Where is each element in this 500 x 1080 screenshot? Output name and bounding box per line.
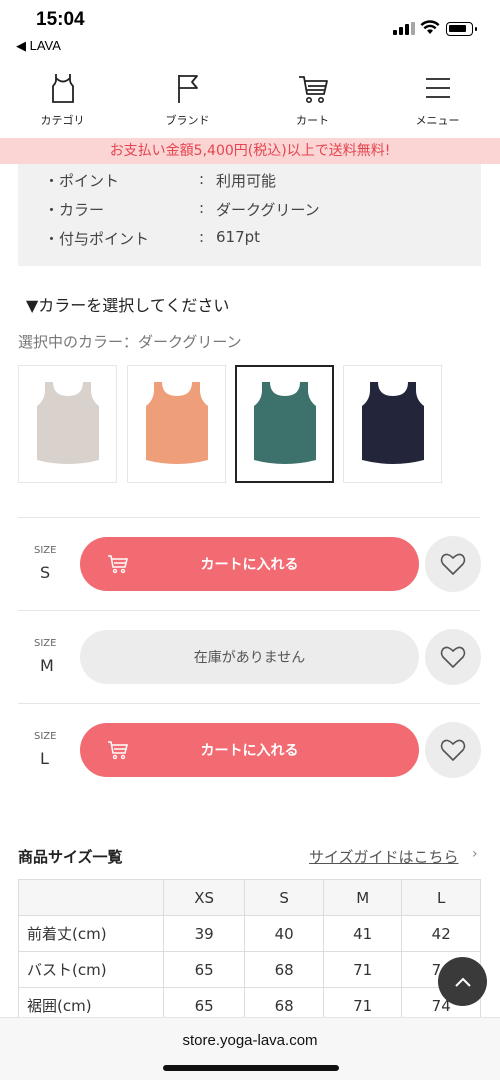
table-cell: 42 <box>401 915 481 952</box>
heart-icon <box>440 553 466 575</box>
color-swatch-light-gray[interactable] <box>18 365 117 483</box>
selected-color-text: 選択中のカラー：ダークグリーン <box>18 333 242 351</box>
product-info-box: ・ポイント : 利用可能 ・カラー : ダークグリーン ・付与ポイント : 61… <box>18 164 481 266</box>
nav-menu[interactable]: メニュー <box>375 64 500 134</box>
battery-icon <box>446 22 477 36</box>
size-caption: SIZE <box>34 545 57 556</box>
table-header-cell: XS <box>162 879 246 916</box>
add-to-cart-label: カートに入れる <box>200 557 299 573</box>
table-cell: 39 <box>162 915 246 952</box>
out-of-stock-button-m: 在庫がありません <box>80 630 419 684</box>
info-value: 利用可能 <box>216 172 277 190</box>
favorite-button-l[interactable] <box>425 722 481 778</box>
nav-brand-label: ブランド <box>165 114 210 127</box>
info-key: ・カラー <box>44 201 105 219</box>
status-time: 15:04 <box>36 9 85 30</box>
table-cell: 68 <box>244 951 324 988</box>
add-to-cart-label: カートに入れる <box>200 743 299 759</box>
info-key: ・ポイント <box>44 172 120 190</box>
tank-top-image <box>36 382 99 464</box>
size-caption: SIZE <box>34 731 57 742</box>
size-row-s: SIZE S カートに入れる <box>18 518 481 610</box>
cart-icon <box>108 555 128 574</box>
cart-icon <box>298 76 328 103</box>
color-swatch-navy[interactable] <box>343 365 442 483</box>
table-row-label: 前着丈(cm) <box>18 915 164 952</box>
add-to-cart-button-l[interactable]: カートに入れる <box>80 723 419 777</box>
chevron-right-icon: › <box>472 846 478 862</box>
hamburger-menu-icon <box>425 78 450 98</box>
table-cell: 41 <box>322 915 403 952</box>
info-separator: : <box>199 228 205 246</box>
tank-top-image <box>361 382 424 464</box>
size-row-l: SIZE L カートに入れる <box>18 704 481 796</box>
info-key: ・付与ポイント <box>44 230 150 248</box>
size-value: M <box>40 656 54 675</box>
color-swatch-orange[interactable] <box>127 365 226 483</box>
size-value: L <box>40 749 49 768</box>
table-header-cell: M <box>322 879 403 916</box>
nav-cart[interactable]: カート <box>250 64 375 134</box>
table-header-cell: S <box>244 879 324 916</box>
add-to-cart-button-s[interactable]: カートに入れる <box>80 537 419 591</box>
size-caption: SIZE <box>34 638 57 649</box>
cart-icon <box>108 741 128 760</box>
table-row: 前着丈(cm) 39 40 41 42 <box>18 915 481 952</box>
status-bar: 15:04 ◀ LAVA <box>0 0 500 58</box>
info-separator: : <box>199 170 205 188</box>
info-separator: : <box>199 199 205 217</box>
table-header-row: XS S M L <box>18 879 481 916</box>
table-cell: 65 <box>162 951 246 988</box>
free-shipping-banner: お支払い金額5,400円(税込)以上で送料無料! <box>0 138 500 164</box>
heart-icon <box>440 739 466 761</box>
nav-brand[interactable]: ブランド <box>125 64 250 134</box>
table-header-cell <box>18 879 164 916</box>
favorite-button-s[interactable] <box>425 536 481 592</box>
cellular-signal-icon <box>393 22 415 35</box>
size-row-m: SIZE M 在庫がありません <box>18 611 481 703</box>
chevron-up-icon <box>454 977 471 987</box>
nav-category[interactable]: カテゴリ <box>0 64 125 134</box>
size-guide-link[interactable]: サイズガイドはこちら <box>309 846 459 867</box>
table-cell: 71 <box>322 951 403 988</box>
wifi-icon <box>420 20 440 34</box>
tank-top-image <box>145 382 208 464</box>
scroll-to-top-button[interactable] <box>438 957 487 1006</box>
nav-menu-label: メニュー <box>415 114 460 127</box>
color-swatches <box>18 365 448 483</box>
flag-icon <box>177 75 198 103</box>
nav-category-label: カテゴリ <box>40 114 85 127</box>
table-row-label: バスト(cm) <box>18 951 164 988</box>
home-indicator[interactable] <box>163 1065 339 1071</box>
color-swatch-dark-green[interactable] <box>235 365 334 483</box>
tank-top-icon <box>51 74 74 103</box>
url-text: store.yoga-lava.com <box>182 1032 318 1049</box>
color-select-heading: ▼カラーを選択してください <box>26 296 230 315</box>
size-value: S <box>40 563 51 582</box>
size-table-title: 商品サイズ一覧 <box>18 848 123 866</box>
size-table: XS S M L 前着丈(cm) 39 40 41 42 バスト(cm) 65 … <box>18 879 481 1024</box>
table-row: バスト(cm) 65 68 71 74 <box>18 951 481 988</box>
tank-top-image <box>253 382 316 464</box>
info-value: ダークグリーン <box>216 201 320 219</box>
nav-cart-label: カート <box>296 114 329 127</box>
info-value: 617pt <box>216 228 261 246</box>
top-navigation: カテゴリ ブランド カート メニュー <box>0 64 500 134</box>
back-to-app-link[interactable]: ◀ LAVA <box>16 38 61 54</box>
table-header-cell: L <box>401 879 481 916</box>
heart-icon <box>440 646 466 668</box>
out-of-stock-label: 在庫がありません <box>193 650 306 666</box>
table-cell: 40 <box>244 915 324 952</box>
favorite-button-m[interactable] <box>425 629 481 685</box>
